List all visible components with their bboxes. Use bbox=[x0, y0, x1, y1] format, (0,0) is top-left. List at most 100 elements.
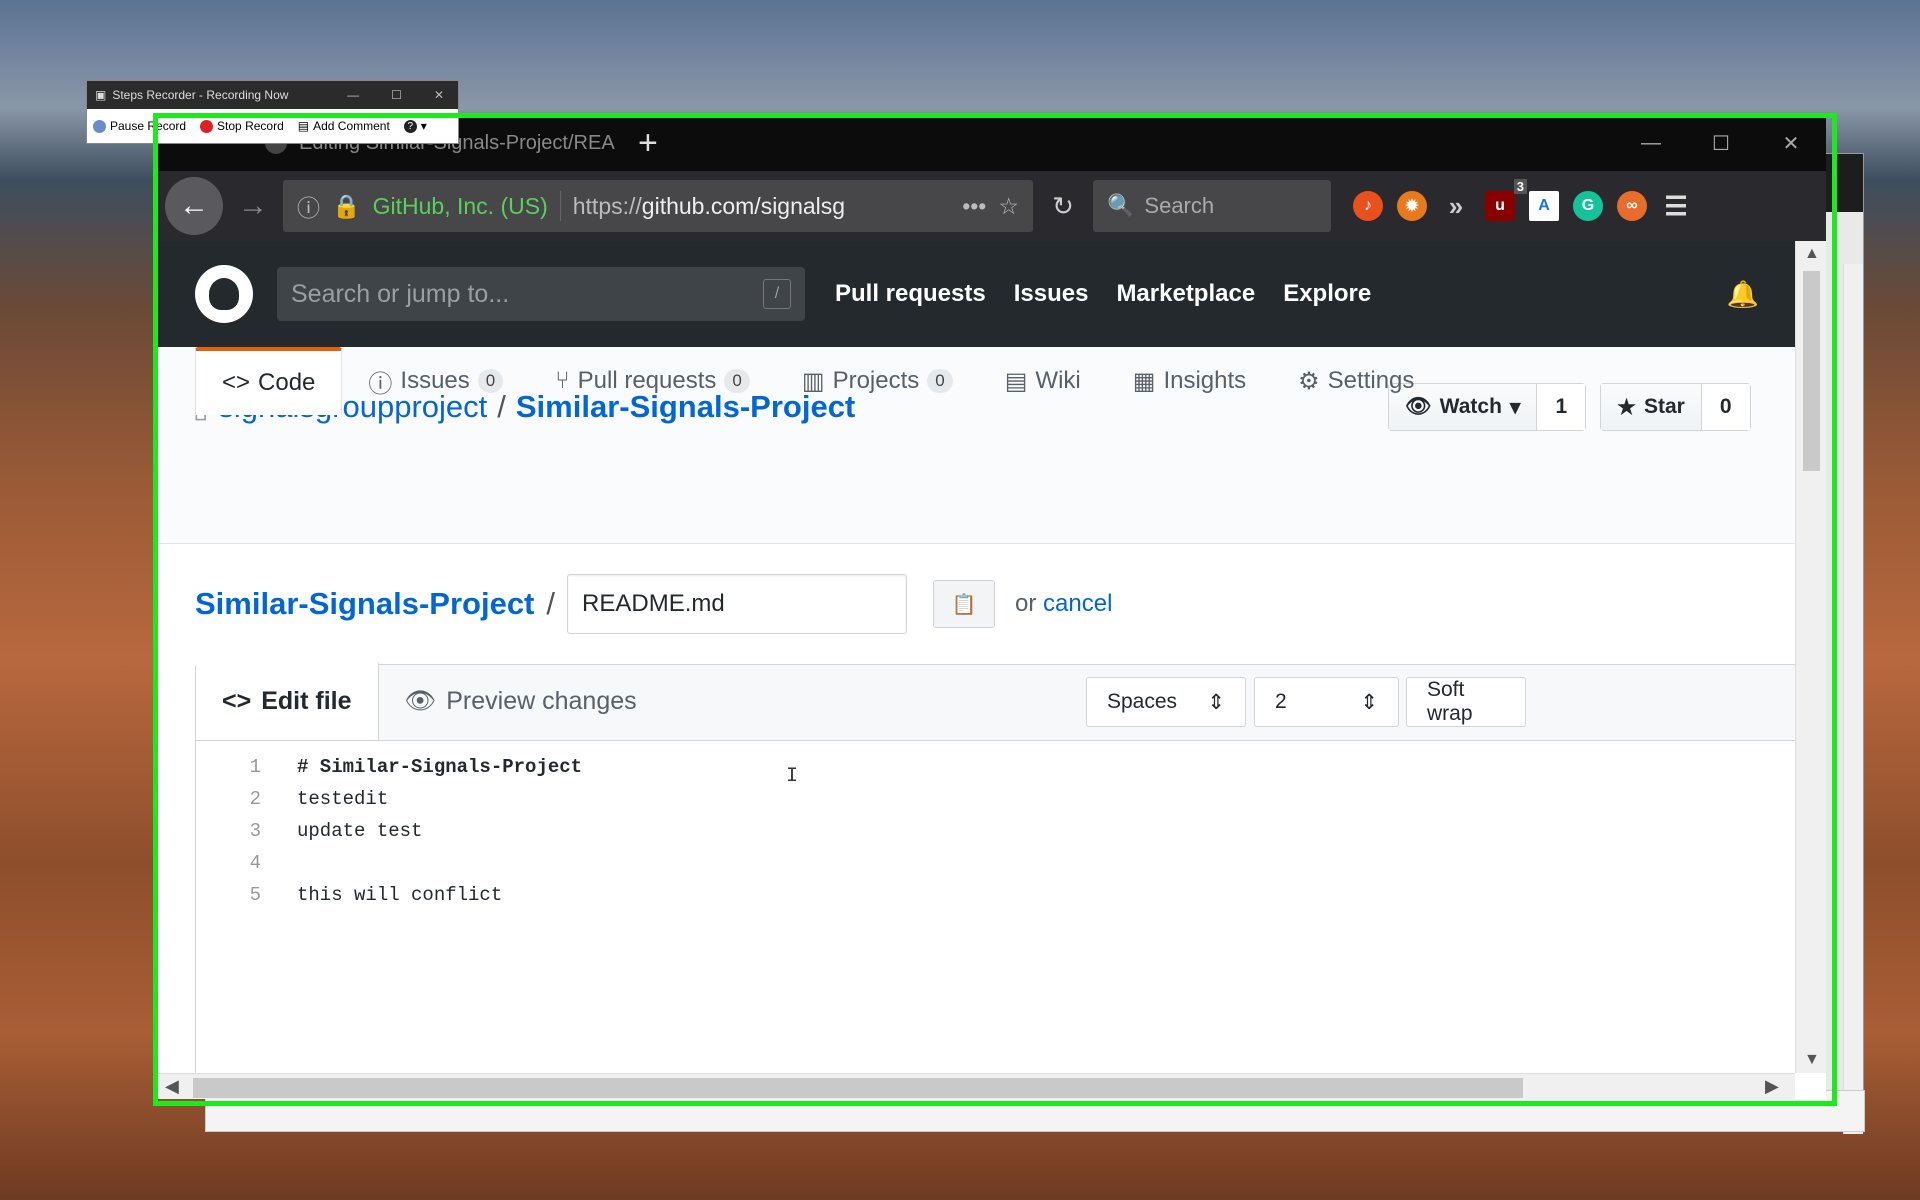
minimize-button[interactable]: — bbox=[1616, 132, 1686, 155]
select-arrows-icon: ⇕ bbox=[1207, 690, 1225, 714]
nav-marketplace[interactable]: Marketplace bbox=[1116, 280, 1255, 308]
github-search-input[interactable]: Search or jump to... / bbox=[277, 267, 805, 321]
tab-settings[interactable]: ⚙ Settings bbox=[1272, 347, 1440, 415]
star-icon: ★ bbox=[1617, 395, 1636, 419]
pause-icon bbox=[93, 119, 106, 133]
page-actions-icon[interactable]: ••• bbox=[962, 193, 986, 220]
extension-icon[interactable]: ✹ bbox=[1397, 191, 1427, 221]
info-icon[interactable]: ⓘ bbox=[297, 189, 320, 223]
scroll-down-icon[interactable]: ▼ bbox=[1804, 1051, 1820, 1069]
tab-insights[interactable]: ▦ Insights bbox=[1107, 347, 1272, 415]
code-line[interactable]: 3 update test bbox=[196, 815, 1795, 847]
issue-icon: ⓘ bbox=[368, 370, 393, 398]
notification-bell-icon[interactable]: 🔔 bbox=[1727, 279, 1759, 310]
scroll-right-icon[interactable]: ▶ bbox=[1765, 1076, 1779, 1097]
gear-icon: ⚙ bbox=[1298, 367, 1320, 395]
url-prefix: https:// bbox=[572, 192, 642, 219]
scroll-up-icon[interactable]: ▲ bbox=[1804, 245, 1820, 263]
code-line[interactable]: 4 bbox=[196, 847, 1795, 879]
tab-wiki[interactable]: ▤ Wiki bbox=[979, 347, 1107, 415]
help-button[interactable]: ? ▾ bbox=[403, 119, 427, 133]
code-line[interactable]: 1 # Similar-Signals-Project bbox=[196, 751, 1795, 783]
scroll-left-icon[interactable]: ◀ bbox=[165, 1076, 179, 1097]
minimize-button[interactable]: — bbox=[347, 88, 359, 102]
menu-icon[interactable]: ☰ bbox=[1661, 191, 1691, 221]
pull-request-icon: ⑂ bbox=[555, 367, 570, 394]
indent-mode-select[interactable]: Spaces ⇕ bbox=[1086, 677, 1246, 727]
bookmark-star-icon[interactable]: ☆ bbox=[998, 193, 1019, 220]
grammarly-icon[interactable]: G bbox=[1573, 191, 1603, 221]
github-header: Search or jump to... / Pull requests Iss… bbox=[155, 241, 1795, 347]
star-button[interactable]: ★ Star bbox=[1601, 384, 1702, 430]
star-count[interactable]: 0 bbox=[1701, 384, 1750, 430]
tab-edit-file[interactable]: <> Edit file bbox=[196, 663, 379, 740]
github-logo-icon[interactable] bbox=[195, 265, 253, 323]
steps-recorder-title: Steps Recorder - Recording Now bbox=[112, 88, 289, 102]
glasses-extension-icon[interactable]: ∞ bbox=[1617, 191, 1647, 221]
reload-icon[interactable]: ↻ bbox=[1043, 191, 1083, 222]
scroll-thumb[interactable] bbox=[193, 1078, 1523, 1098]
translate-extension-icon[interactable]: A bbox=[1529, 191, 1559, 221]
music-extension-icon[interactable]: ♪ bbox=[1353, 191, 1383, 221]
address-bar[interactable]: ⓘ 🔒 GitHub, Inc. (US) https://github.com… bbox=[283, 180, 1033, 232]
tab-issues[interactable]: ⓘ Issues 0 bbox=[342, 347, 529, 415]
cancel-link[interactable]: cancel bbox=[1043, 590, 1112, 617]
overflow-chevron-icon[interactable]: » bbox=[1441, 191, 1471, 221]
select-arrows-icon: ⇕ bbox=[1360, 690, 1378, 714]
tab-code[interactable]: <> Code bbox=[195, 347, 343, 415]
nav-pull-requests[interactable]: Pull requests bbox=[835, 280, 986, 308]
comment-icon: ▤ bbox=[297, 119, 310, 133]
tab-pull-requests[interactable]: ⑂ Pull requests 0 bbox=[529, 347, 776, 415]
repo-tabs: <> Code ⓘ Issues 0 ⑂ Pull requests 0 ▥ Project… bbox=[195, 347, 1440, 415]
github-search-placeholder: Search or jump to... bbox=[291, 279, 510, 308]
book-icon: ▤ bbox=[1004, 367, 1028, 395]
maximize-button[interactable]: ☐ bbox=[1686, 131, 1756, 156]
nav-issues[interactable]: Issues bbox=[1014, 280, 1089, 308]
close-button[interactable]: ✕ bbox=[434, 88, 444, 102]
breadcrumb: Similar-Signals-Project / README.md 📋 or… bbox=[195, 574, 1112, 634]
code-line[interactable]: 5 this will conflict bbox=[196, 879, 1795, 911]
scroll-thumb[interactable] bbox=[1803, 271, 1820, 471]
indent-size-select[interactable]: 2 ⇕ bbox=[1254, 677, 1399, 727]
maximize-button[interactable]: ☐ bbox=[391, 88, 402, 102]
code-icon: <> bbox=[222, 687, 252, 715]
github-page: Search or jump to... / Pull requests Iss… bbox=[155, 241, 1795, 1073]
slash-shortcut-badge: / bbox=[763, 279, 791, 309]
code-area[interactable]: 1 # Similar-Signals-Project 2 testedit 3 up… bbox=[196, 741, 1795, 911]
close-button[interactable]: ✕ bbox=[1756, 131, 1826, 156]
site-identity[interactable]: GitHub, Inc. (US) bbox=[373, 193, 548, 220]
forward-button[interactable]: → bbox=[233, 189, 273, 223]
watch-count[interactable]: 1 bbox=[1537, 384, 1586, 430]
url-host: github.com/signalsg bbox=[641, 192, 846, 219]
firefox-window: Editing Similar-Signals-Project/REA + —☐… bbox=[155, 115, 1826, 1099]
lock-icon: 🔒 bbox=[332, 192, 361, 219]
back-button[interactable]: ← bbox=[165, 177, 223, 235]
search-placeholder: Search bbox=[1144, 193, 1215, 218]
breadcrumb-repo-link[interactable]: Similar-Signals-Project bbox=[195, 586, 534, 622]
text-cursor-icon: I bbox=[786, 765, 799, 788]
stop-icon bbox=[200, 119, 214, 133]
file-editor: <> Edit file 👁 Preview changes Spaces ⇕ 2 ⇕ … bbox=[195, 663, 1795, 1073]
steps-recorder-icon: ▣ bbox=[95, 88, 107, 102]
eye-icon: 👁 bbox=[404, 687, 437, 715]
project-icon: ▥ bbox=[801, 367, 825, 395]
horizontal-scrollbar[interactable]: ◀ ▶ bbox=[155, 1073, 1795, 1099]
search-bar[interactable]: 🔍 Search bbox=[1093, 180, 1331, 232]
graph-icon: ▦ bbox=[1132, 367, 1156, 395]
vertical-scrollbar[interactable]: ▲ ▼ bbox=[1795, 241, 1826, 1073]
add-comment-button[interactable]: ▤ Add Comment bbox=[298, 119, 390, 133]
clipboard-icon[interactable]: 📋 bbox=[933, 580, 996, 628]
filename-input[interactable]: README.md bbox=[567, 574, 908, 634]
ublock-icon[interactable]: u3 bbox=[1485, 179, 1527, 221]
code-line[interactable]: 2 testedit bbox=[196, 783, 1795, 815]
tab-projects[interactable]: ▥ Projects 0 bbox=[776, 347, 979, 415]
pause-record-button[interactable]: Pause Record bbox=[93, 119, 186, 133]
steps-recorder-window: ▣ Steps Recorder - Recording Now — ☐ ✕ Pau… bbox=[86, 80, 459, 144]
wrap-mode-select[interactable]: Soft wrap bbox=[1406, 677, 1526, 727]
search-icon: 🔍 bbox=[1107, 193, 1135, 218]
stop-record-button[interactable]: Stop Record bbox=[200, 119, 284, 133]
tab-preview-changes[interactable]: 👁 Preview changes bbox=[379, 663, 663, 740]
nav-explore[interactable]: Explore bbox=[1283, 280, 1371, 308]
new-tab-button[interactable]: + bbox=[638, 124, 658, 163]
code-icon: <> bbox=[222, 369, 251, 396]
